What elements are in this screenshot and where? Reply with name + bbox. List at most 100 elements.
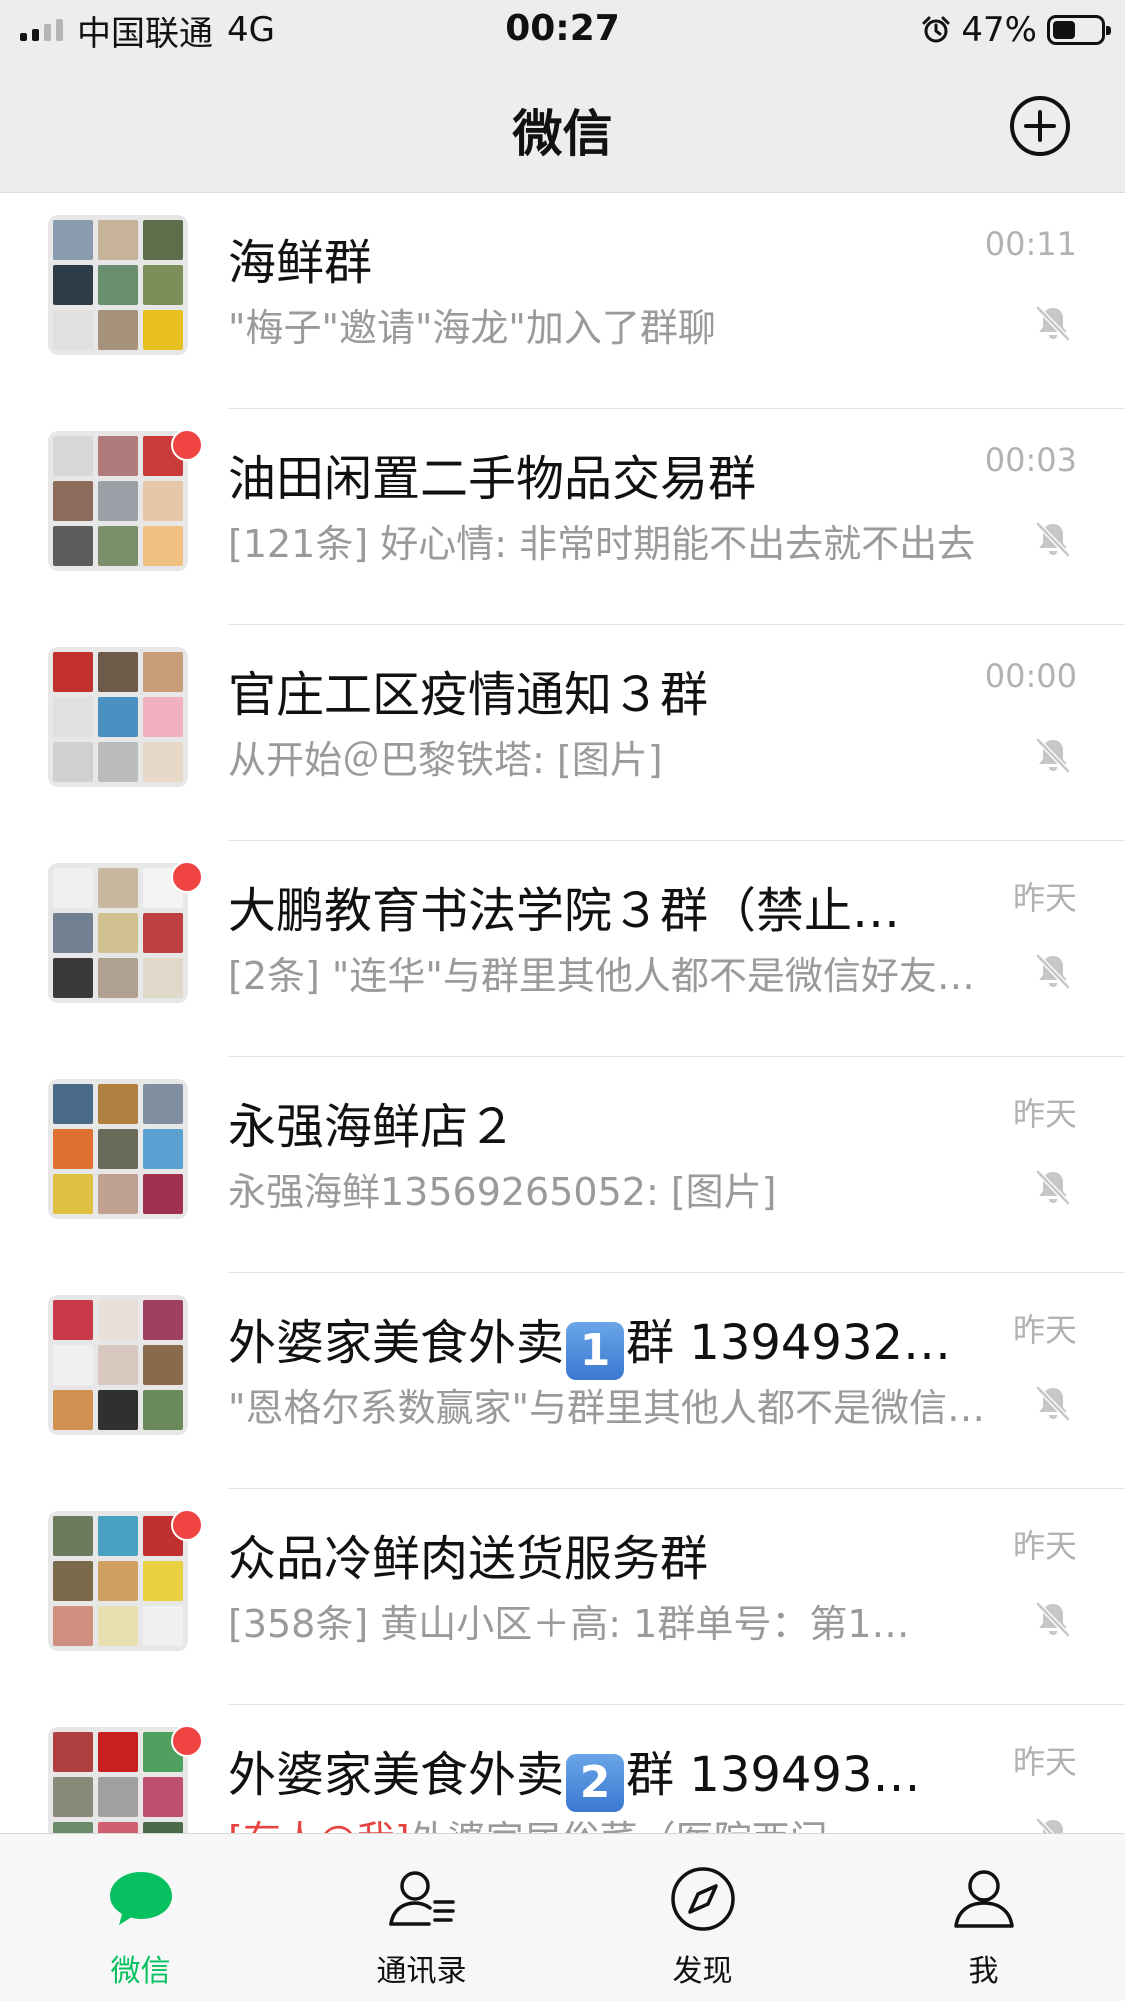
- battery-level: [1053, 21, 1075, 39]
- unread-dot: [171, 861, 203, 893]
- mention-tag: [有人@我]: [228, 1818, 410, 1833]
- avatar-tile: [53, 310, 93, 350]
- plus-circle-icon[interactable]: [1008, 94, 1072, 158]
- avatar-tile: [98, 1606, 138, 1646]
- chat-row[interactable]: 海鲜群 "梅子"邀请"海龙"加入了群聊 00:11: [0, 193, 1125, 409]
- avatar-tile: [53, 1516, 93, 1556]
- mute-bell-icon: [1036, 1170, 1070, 1205]
- avatar-tile: [143, 310, 183, 350]
- chat-time: 00:11: [984, 225, 1077, 263]
- avatar-tile: [53, 1129, 93, 1169]
- group-avatar: [48, 1079, 188, 1219]
- number-emoji-badge: 1: [566, 1322, 625, 1380]
- chat-time: 昨天: [1012, 1527, 1077, 1565]
- mute-bell-icon: [1036, 1818, 1063, 1833]
- avatar-tile: [143, 697, 183, 737]
- mute-bell-icon: [1036, 954, 1070, 989]
- avatar-tile: [98, 913, 138, 953]
- avatar-tile: [53, 1561, 93, 1601]
- avatar-tile: [98, 697, 138, 737]
- avatar-tile: [143, 481, 183, 521]
- status-bar: 中国联通 4G 00:27 47%: [0, 0, 1125, 62]
- chat-preview-text: 外婆家居俗菜（医院西门: [410, 1818, 828, 1833]
- chat-preview: "恩格尔系数赢家"与群里其他人都不是微信好友: [228, 1386, 988, 1430]
- number-emoji-badge: 2: [566, 1754, 625, 1812]
- chat-row[interactable]: 众品冷鲜肉送货服务群 [358条] 黄山小区＋高: 1群单号：第1… 昨天: [0, 1489, 1125, 1705]
- avatar-tile: [53, 1300, 93, 1340]
- tab-contacts[interactable]: 通讯录: [281, 1834, 562, 2001]
- chat-name: 官庄工区疫情通知３群: [228, 667, 709, 723]
- mute-bell-icon: [1036, 522, 1070, 557]
- chat-row[interactable]: 官庄工区疫情通知３群 从开始＠巴黎铁塔: [图片] 00:00: [0, 625, 1125, 841]
- person-icon: [954, 1870, 1014, 1928]
- avatar-tile: [143, 220, 183, 260]
- tab-me[interactable]: 我: [843, 1834, 1124, 2001]
- tab-discover[interactable]: 发现: [562, 1834, 843, 2001]
- avatar-tile: [98, 310, 138, 350]
- avatar-tile: [143, 742, 183, 782]
- avatar-tile: [53, 436, 93, 476]
- avatar-tile: [53, 652, 93, 692]
- chat-preview: [有人@我]外婆家居俗菜（医院西门: [228, 1809, 988, 1833]
- chat-time: 昨天: [1012, 1743, 1077, 1781]
- avatar-tile: [53, 1822, 93, 1833]
- chat-bubble-icon: [110, 1872, 172, 1925]
- avatar-tile: [53, 265, 93, 305]
- mute-bell-icon: [1036, 1602, 1070, 1637]
- chat-row[interactable]: 外婆家美食外卖2群 139493…[有人@我]外婆家居俗菜（医院西门昨天: [0, 1705, 1125, 1833]
- contacts-icon: [389, 1871, 455, 1926]
- unread-dot: [171, 1509, 203, 1541]
- group-avatar: [48, 1727, 188, 1833]
- chat-name: 永强海鲜店２: [228, 1099, 517, 1155]
- group-avatar: [48, 215, 188, 355]
- avatar-tile: [53, 1345, 93, 1385]
- chat-time: 昨天: [1012, 879, 1077, 917]
- avatar-tile: [98, 265, 138, 305]
- unread-dot: [171, 429, 203, 461]
- avatar-tile: [98, 1345, 138, 1385]
- avatar-tile: [143, 1300, 183, 1340]
- tab-chats[interactable]: 微信: [0, 1834, 281, 2001]
- avatar-tile: [143, 526, 183, 566]
- avatar-tile: [143, 265, 183, 305]
- avatar-tile: [98, 220, 138, 260]
- chat-time: 00:00: [984, 657, 1077, 695]
- nav-bar: 微信: [0, 62, 1125, 193]
- avatar-tile: [98, 1822, 138, 1833]
- chat-name: 外婆家美食外卖 1 群 1394932…: [228, 1303, 988, 1380]
- chat-row[interactable]: 油田闲置二手物品交易群 [121条] 好心情: 非常时期能不出去就不出去 00:03: [0, 409, 1125, 625]
- chat-name: 大鹏教育书法学院３群（禁止…: [228, 883, 901, 939]
- mute-bell-icon: [1036, 306, 1070, 341]
- avatar-tile: [143, 958, 183, 998]
- alarm-clock-icon: [922, 16, 950, 43]
- avatar-tile: [53, 958, 93, 998]
- chat-row[interactable]: 永强海鲜店２ 永强海鲜13569265052: [图片] 昨天: [0, 1057, 1125, 1273]
- chat-name-prefix: 外婆家美食外卖: [228, 1747, 565, 1803]
- chat-row[interactable]: 大鹏教育书法学院３群（禁止… [2条] "连华"与群里其他人都不是微信好友关系 昨天: [0, 841, 1125, 1057]
- chat-preview: [358条] 黄山小区＋高: 1群单号：第1…: [228, 1602, 910, 1646]
- battery-icon: [1047, 15, 1111, 45]
- avatar-tile: [98, 1516, 138, 1556]
- tab-bar: 微信 通讯录 发现 我: [0, 1833, 1125, 2001]
- page-title: 微信: [512, 105, 613, 163]
- chat-list[interactable]: 海鲜群 "梅子"邀请"海龙"加入了群聊 00:11 油田闲置二手物品交易群 [121条]…: [0, 193, 1125, 1833]
- chat-name-prefix: 外婆家美食外卖: [228, 1315, 565, 1371]
- avatar-tile: [143, 1390, 183, 1430]
- chat-row[interactable]: 外婆家美食外卖 1 群 1394932… "恩格尔系数赢家"与群里其他人都不是微信好友…: [0, 1273, 1125, 1489]
- chat-time: 昨天: [1012, 1095, 1077, 1133]
- group-avatar: [48, 1295, 188, 1435]
- avatar-tile: [98, 1777, 138, 1817]
- avatar-tile: [53, 526, 93, 566]
- avatar-tile: [53, 1777, 93, 1817]
- chat-name-suffix: 群 1394932…: [626, 1315, 952, 1371]
- avatar-tile: [98, 1084, 138, 1124]
- chat-preview: [121条] 好心情: 非常时期能不出去就不出去: [228, 522, 976, 566]
- avatar-tile: [53, 1732, 93, 1772]
- avatar-tile: [98, 1561, 138, 1601]
- status-right: 47%: [921, 10, 1111, 50]
- tab-chats-label: 微信: [110, 1954, 171, 1989]
- avatar-tile: [143, 1129, 183, 1169]
- tab-me-label: 我: [968, 1954, 999, 1989]
- avatar-tile: [98, 742, 138, 782]
- mute-bell-icon: [1036, 738, 1070, 773]
